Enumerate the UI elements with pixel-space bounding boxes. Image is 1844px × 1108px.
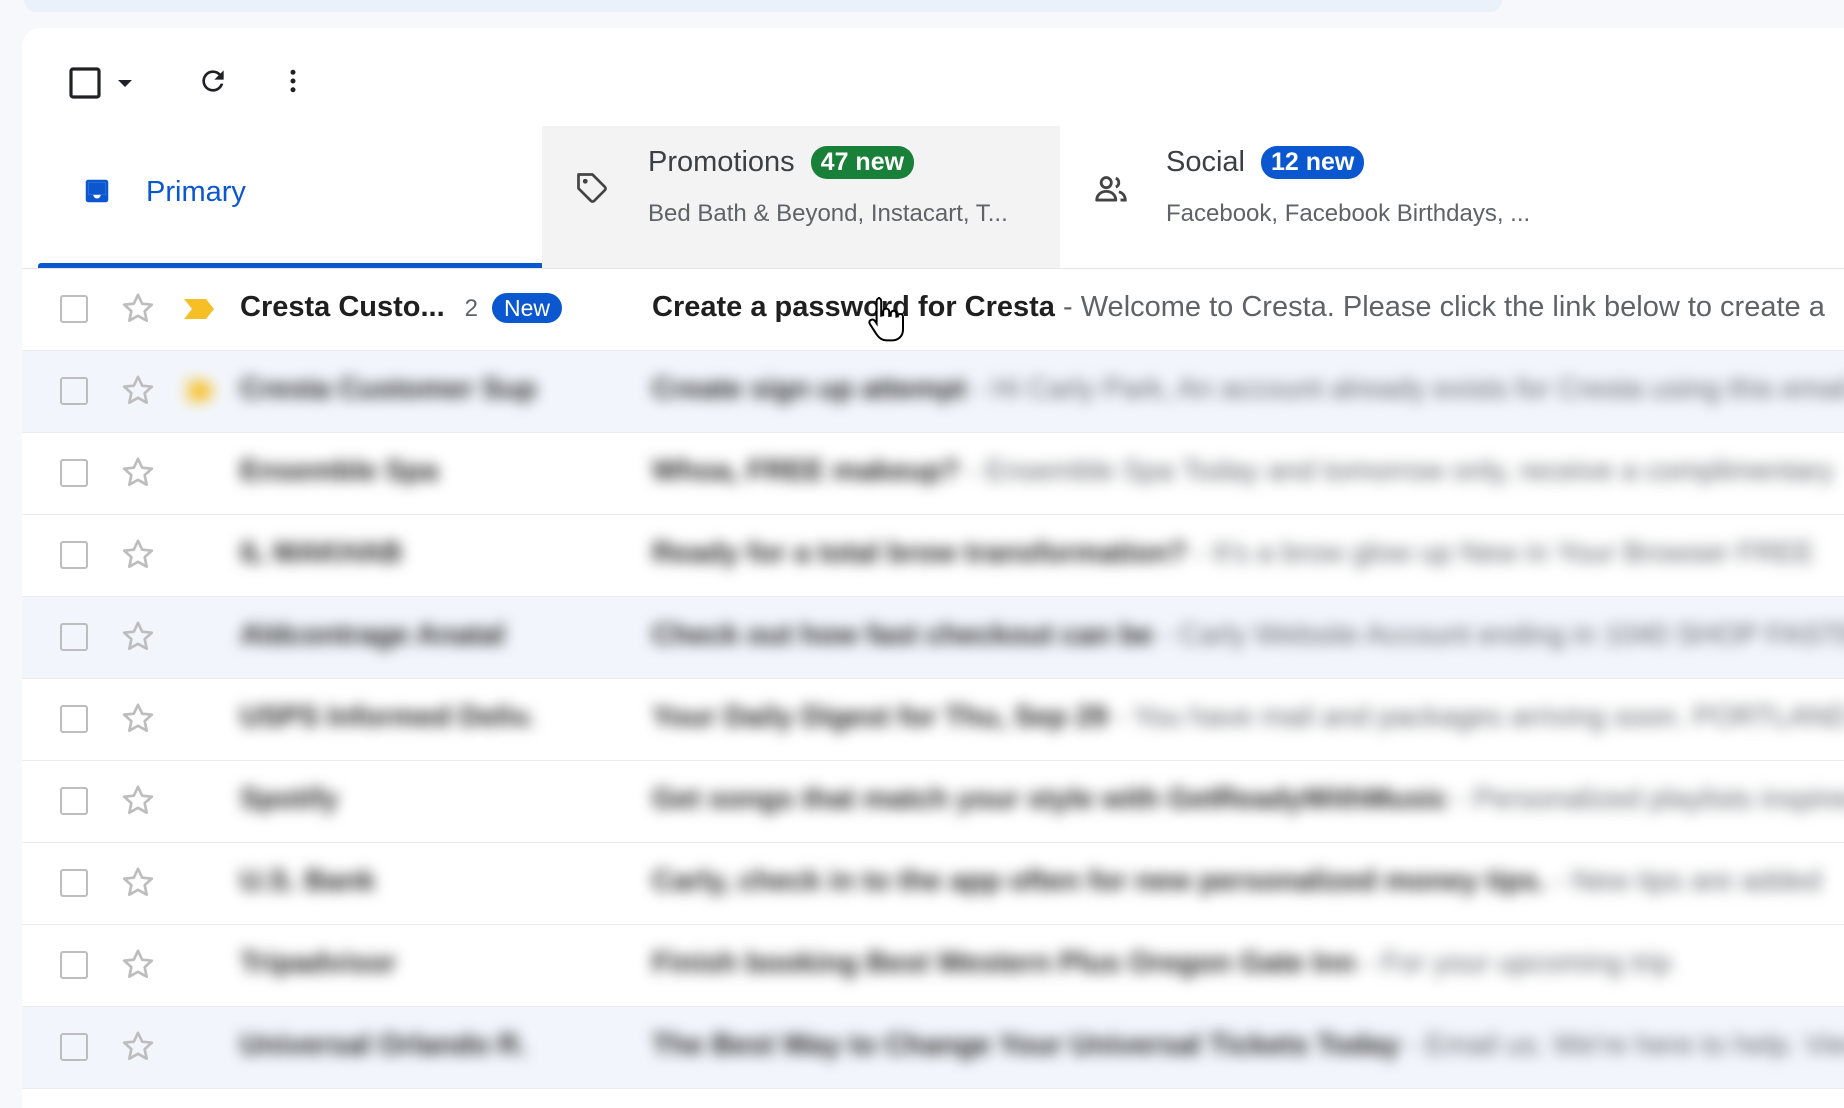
- sender-name: Universal Orlando R.: [240, 1029, 527, 1061]
- new-badge: New: [492, 293, 563, 323]
- star-icon[interactable]: [118, 699, 158, 739]
- email-row[interactable]: USPS Informed Deliv. Your Daily Digest f…: [22, 679, 1844, 761]
- sender-name: Cresta Customer Sup: [240, 373, 537, 405]
- email-snippet: - New tips are added: [1553, 865, 1822, 897]
- email-snippet: - Welcome to Cresta. Please click the li…: [1063, 291, 1825, 323]
- row-checkbox[interactable]: [60, 951, 88, 979]
- email-subject: Check out how fast checkout can be: [652, 619, 1154, 651]
- row-checkbox[interactable]: [60, 295, 88, 323]
- email-row[interactable]: Cresta Customer Sup Create sign up attem…: [22, 351, 1844, 433]
- active-tab-indicator: [38, 263, 544, 268]
- search-bar-edge: [24, 0, 1502, 12]
- thread-count: 2: [464, 295, 479, 322]
- email-row[interactable]: Tripadvisor Finish booking Best Western …: [22, 925, 1844, 1007]
- tab-social-label: Social: [1166, 146, 1245, 178]
- row-checkbox[interactable]: [60, 869, 88, 897]
- email-row[interactable]: Ensemble Spa Whoa, FREE makeup? - Ensemb…: [22, 433, 1844, 515]
- email-subject: Carly, check in to the app often for new…: [652, 865, 1546, 897]
- toolbar: [22, 28, 1844, 128]
- row-checkbox[interactable]: [60, 541, 88, 569]
- tab-primary[interactable]: Primary: [38, 126, 544, 268]
- row-checkbox[interactable]: [60, 1033, 88, 1061]
- email-snippet: - It's a brow glow up New in Your Browse…: [1195, 537, 1815, 569]
- sender-name: Cresta Custo...: [240, 291, 445, 323]
- more-options-button[interactable]: [268, 56, 318, 106]
- email-snippet: - Personalized playlists inspired: [1455, 783, 1844, 815]
- star-icon[interactable]: [118, 781, 158, 821]
- star-icon[interactable]: [118, 1027, 158, 1067]
- email-snippet: - Carly Website Account ending in 1040 S…: [1161, 619, 1844, 651]
- email-snippet: - For your upcoming trip: [1363, 947, 1672, 979]
- email-row[interactable]: Cresta Custo... 2 New Create a password fo…: [22, 269, 1844, 351]
- hand-cursor-icon: [868, 297, 904, 342]
- email-subject: Finish booking Best Western Plus Oregon …: [652, 947, 1356, 979]
- social-senders: Facebook, Facebook Birthdays, ...: [1166, 200, 1531, 227]
- row-checkbox[interactable]: [60, 623, 88, 651]
- important-marker-icon[interactable]: [182, 379, 216, 403]
- star-icon[interactable]: [118, 945, 158, 985]
- promotions-new-badge: 47 new: [810, 146, 915, 179]
- email-subject: Your Daily Digest for Thu, Sep 29: [652, 701, 1108, 733]
- email-row[interactable]: IL MAKHAB Ready for a total brow transfo…: [22, 515, 1844, 597]
- sender-name: USPS Informed Deliv.: [240, 701, 535, 733]
- email-subject: Ready for a total brow transformation?: [652, 537, 1187, 569]
- star-icon[interactable]: [118, 617, 158, 657]
- refresh-button[interactable]: [188, 56, 238, 106]
- email-snippet: - Email us. We're here to help. View thi…: [1407, 1029, 1844, 1061]
- email-snippet: - Ensemble Spa Today and tomorrow only, …: [967, 455, 1834, 487]
- chevron-down-icon[interactable]: [116, 78, 134, 90]
- sender-name: Tripadvisor: [240, 947, 397, 979]
- social-new-badge: 12 new: [1261, 146, 1365, 179]
- refresh-icon[interactable]: [197, 65, 229, 97]
- important-marker-icon[interactable]: [182, 297, 216, 321]
- tab-promotions-label: Promotions: [648, 146, 795, 178]
- email-subject: Get songs that match your style with Get…: [652, 783, 1448, 815]
- row-checkbox[interactable]: [60, 705, 88, 733]
- email-row[interactable]: Spotify Get songs that match your style …: [22, 761, 1844, 843]
- star-icon[interactable]: [118, 453, 158, 493]
- star-icon[interactable]: [118, 863, 158, 903]
- email-row[interactable]: Universal Orlando R. The Best Way to Cha…: [22, 1007, 1844, 1089]
- star-icon[interactable]: [118, 371, 158, 411]
- email-subject: Create a password for Cresta: [652, 291, 1055, 323]
- tag-icon: [577, 173, 607, 203]
- sender-name: Aldcontrage Anatal: [240, 619, 505, 651]
- sender-name: IL MAKHAB: [240, 537, 403, 569]
- row-checkbox[interactable]: [60, 787, 88, 815]
- sender-name: U.S. Bank: [240, 865, 376, 897]
- email-list: Cresta Custo... 2 New Create a password fo…: [22, 269, 1844, 1089]
- tab-primary-label: Primary: [146, 176, 246, 208]
- email-snippet: - Hi Carly Park, An account already exis…: [974, 373, 1844, 405]
- sender-name: Spotify: [240, 783, 339, 815]
- email-subject: Whoa, FREE makeup?: [652, 455, 960, 487]
- email-subject: Create sign up attempt: [652, 373, 967, 405]
- promotions-senders: Bed Bath & Beyond, Instacart, T...: [648, 200, 1008, 227]
- more-vert-icon[interactable]: [278, 66, 308, 96]
- sender-name: Ensemble Spa: [240, 455, 439, 487]
- row-checkbox[interactable]: [60, 377, 88, 405]
- select-all-button[interactable]: [58, 60, 150, 106]
- people-icon: [1095, 176, 1127, 202]
- email-subject: The Best Way to Change Your Universal Ti…: [652, 1029, 1400, 1061]
- email-row[interactable]: Aldcontrage Anatal Check out how fast ch…: [22, 597, 1844, 679]
- star-icon[interactable]: [118, 535, 158, 575]
- email-snippet: - You have mail and packages arriving so…: [1115, 701, 1844, 733]
- inbox-icon: [85, 179, 109, 203]
- email-row[interactable]: U.S. Bank Carly, check in to the app oft…: [22, 843, 1844, 925]
- mail-panel: Primary Promotions 47 new Bed Bath & Bey…: [22, 28, 1844, 1108]
- tab-promotions[interactable]: Promotions 47 new Bed Bath & Beyond, Ins…: [542, 126, 1060, 268]
- checkbox-icon[interactable]: [68, 66, 102, 100]
- tab-social[interactable]: Social 12 new Facebook, Facebook Birthda…: [1060, 126, 1580, 268]
- category-tabs: Primary Promotions 47 new Bed Bath & Bey…: [22, 126, 1844, 269]
- star-icon[interactable]: [118, 289, 158, 329]
- row-checkbox[interactable]: [60, 459, 88, 487]
